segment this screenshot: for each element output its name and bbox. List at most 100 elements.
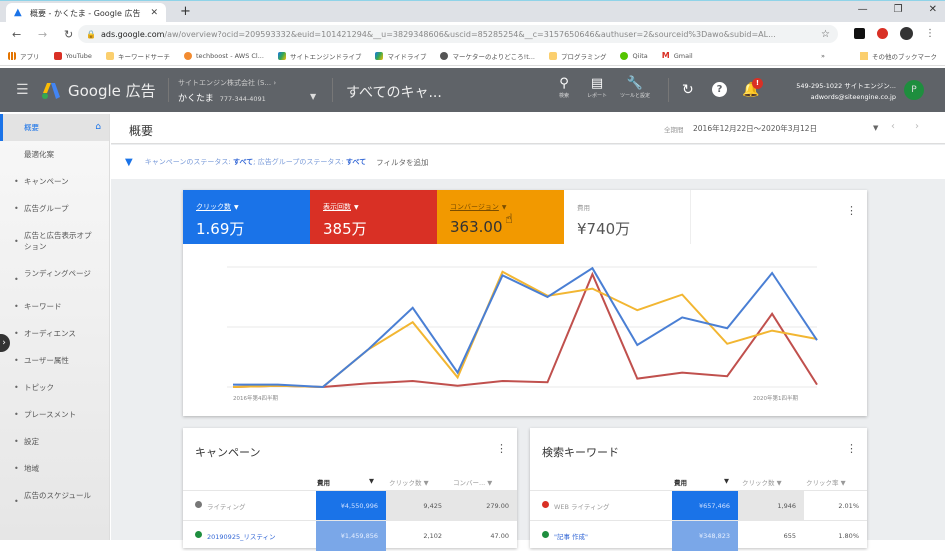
metric-impressions[interactable]: 表示回数 ▼ 385万 (310, 190, 437, 244)
bookmark-star-icon[interactable]: ☆ (821, 29, 830, 40)
sidebar-item-ad-schedule[interactable]: • 広告のスケジュール (0, 482, 109, 515)
browser-tab[interactable]: ▲ 概要 - かくたま - Google 広告 ✕ (6, 3, 166, 23)
account-dropdown-icon[interactable]: ▼ (310, 92, 316, 101)
bookmark-item[interactable]: キーワードサーチ (105, 51, 170, 61)
sidebar-item-recommendations[interactable]: 最適化案 (0, 141, 109, 168)
close-window-button[interactable]: ✕ (929, 4, 937, 15)
table-row[interactable]: WEB ライティング ¥657,466 1,946 2.01% (530, 490, 867, 521)
bookmark-item[interactable]: サイトエンジンドライブ (277, 51, 361, 61)
sidebar-item-settings[interactable]: • 設定 (0, 428, 109, 455)
bookmark-item[interactable]: プログラミング (548, 51, 606, 61)
column-header-cost[interactable]: 費用 (317, 477, 330, 487)
back-button[interactable]: ← (12, 28, 26, 41)
bookmark-item[interactable]: YouTube (53, 51, 92, 60)
keyword-name[interactable]: WEB ライティング (554, 501, 610, 511)
metric-conversions[interactable]: コンバージョン ▼ 363.00 (437, 190, 564, 244)
extension-bookmark-icon[interactable] (854, 28, 865, 39)
active-filters[interactable]: キャンペーンのステータス: すべて; 広告グループのステータス: すべて (145, 157, 366, 167)
bookmark-item[interactable]: アプリ (8, 51, 40, 61)
bookmark-item[interactable]: M Gmail (661, 50, 693, 60)
account-name: かくたま (178, 94, 214, 104)
tools-settings[interactable]: 🔧 ツールと設定 (618, 76, 652, 99)
bookmark-item[interactable]: マイドライブ (375, 51, 426, 61)
sidebar-item-label: トピック (24, 383, 54, 392)
sidebar-item-audiences[interactable]: • オーディエンス (0, 320, 109, 347)
sidebar-item-campaigns[interactable]: • キャンペーン (0, 168, 109, 195)
ads-header: ☰ Google 広告 サイトエンジン株式会社 (S... › かくたま 777-… (0, 68, 945, 112)
tool-label: 検索 (558, 93, 569, 99)
google-ads-logo[interactable]: Google 広告 (42, 80, 156, 101)
url-input[interactable]: 🔒 ads.google.com/aw/overview?ocid=209593… (78, 25, 838, 43)
extension-record-icon[interactable] (877, 28, 888, 39)
date-next-icon[interactable]: › (915, 121, 919, 132)
filter-icon[interactable]: ▼ (125, 157, 133, 168)
tool-label: ツールと設定 (619, 93, 650, 99)
table-row[interactable]: ライティング ¥4,550,996 9,425 279.00 (183, 490, 517, 521)
sidebar-item-locations[interactable]: • 地域 (0, 455, 109, 482)
reload-button[interactable]: ↻ (64, 28, 78, 41)
sort-dropdown-icon[interactable]: ▼ (724, 477, 729, 485)
column-header-ctr[interactable]: クリック率 ▼ (806, 477, 846, 487)
date-dropdown-icon[interactable]: ▼ (873, 124, 878, 132)
column-header-clicks[interactable]: クリック数 ▼ (742, 477, 782, 487)
tab-close-icon[interactable]: ✕ (150, 8, 158, 18)
sidebar-item-landing-pages[interactable]: • ランディングページ (0, 260, 109, 293)
bookmark-item[interactable]: techboost - AWS Cl... (183, 51, 264, 60)
avatar[interactable]: P (904, 80, 924, 100)
profile-icon[interactable] (900, 27, 913, 40)
search-tool[interactable]: ⚲ 検索 (547, 76, 581, 99)
sidebar-item-topics[interactable]: • トピック (0, 374, 109, 401)
more-options-icon[interactable]: ⋮ (846, 442, 857, 455)
date-range-selector[interactable]: 2016年12月22日～2020年3月12日 (693, 123, 817, 134)
account-selector[interactable]: サイトエンジン株式会社 (S... › かくたま 777-344-4091 (178, 78, 276, 104)
add-filter-button[interactable]: フィルタを追加 (376, 157, 428, 168)
refresh-icon[interactable]: ↻ (682, 82, 694, 98)
campaign-selector[interactable]: すべてのキャ... (346, 82, 442, 102)
sidebar-item-label: キーワード (24, 302, 62, 311)
bookmark-label: YouTube (65, 51, 92, 60)
new-tab-button[interactable]: + (180, 4, 191, 19)
sidebar-item-label: 広告のスケジュール (24, 491, 91, 500)
column-header-conversions[interactable]: コンバー... ▼ (453, 477, 492, 487)
sidebar-item-placements[interactable]: • プレースメント (0, 401, 109, 428)
other-bookmarks-label: その他のブックマーク (872, 52, 937, 61)
series-line-0 (233, 266, 818, 389)
bookmark-item[interactable]: Qiita (620, 51, 648, 60)
sidebar-item-ads-extensions[interactable]: • 広告と広告表示オプション (0, 222, 109, 260)
table-header: 費用 ▼ クリック数 ▼ クリック率 ▼ (530, 474, 867, 490)
campaign-name[interactable]: ライティング (207, 501, 245, 511)
notification-badge: ! (752, 78, 763, 89)
bookmark-label: アプリ (20, 52, 40, 61)
metric-clicks[interactable]: クリック数 ▼ 1.69万 (183, 190, 310, 244)
table-row[interactable]: "記事 作成" ¥348,823 655 1.80% (530, 520, 867, 551)
conversions-cell: 279.00 (450, 491, 517, 521)
sort-dropdown-icon[interactable]: ▼ (369, 477, 374, 485)
more-options-icon[interactable]: ⋮ (846, 204, 857, 217)
bookmark-item[interactable]: マーケターのよりどころ!t... (440, 51, 535, 61)
reports-tool[interactable]: ▤ レポート (580, 76, 614, 99)
date-prev-icon[interactable]: ‹ (891, 121, 895, 132)
more-options-icon[interactable]: ⋮ (496, 442, 507, 455)
chevron-right-icon: › (2, 338, 6, 348)
sidebar-item-keywords[interactable]: • キーワード (0, 293, 109, 320)
browser-tab-bar: ▲ 概要 - かくたま - Google 広告 ✕ + — ❐ ✕ (0, 0, 945, 23)
restore-button[interactable]: ❐ (894, 4, 903, 15)
hamburger-menu-icon[interactable]: ☰ (16, 82, 29, 98)
forward-button[interactable]: → (38, 28, 52, 41)
column-header-cost[interactable]: 費用 (674, 477, 687, 487)
minimize-button[interactable]: — (858, 4, 868, 15)
table-row[interactable]: 20190925_リスティン ¥1,459,856 2,102 47.00 (183, 520, 517, 551)
gmail-icon: M (661, 50, 670, 60)
metric-cost[interactable]: 費用 ¥740万 (564, 190, 691, 244)
sidebar-item-ad-groups[interactable]: • 広告グループ (0, 195, 109, 222)
help-icon[interactable]: ? (712, 82, 727, 97)
column-header-clicks[interactable]: クリック数 ▼ (389, 477, 429, 487)
sidebar-item-demographics[interactable]: • ユーザー属性 (0, 347, 109, 374)
sidebar-item-overview[interactable]: 概要 ⌂ (0, 114, 109, 141)
user-info[interactable]: 549-295-1022 サイトエンジン... adwords@siteengi… (770, 80, 896, 104)
filter-adgroup-status: ; 広告グループのステータス: (253, 158, 346, 166)
cost-cell: ¥657,466 (672, 491, 738, 521)
browser-menu-icon[interactable]: ⋮ (925, 28, 935, 39)
other-bookmarks[interactable]: その他のブックマーク (860, 51, 937, 61)
bookmarks-overflow-button[interactable]: » (821, 52, 825, 60)
